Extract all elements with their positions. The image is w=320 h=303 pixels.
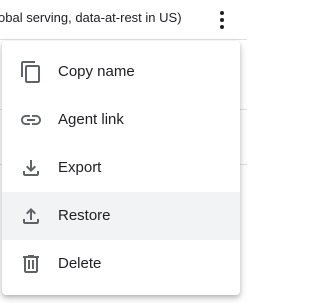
table-row: obal serving, data-at-rest in US) — [0, 0, 247, 40]
page: obal serving, data-at-rest in US) Copy n… — [0, 0, 247, 303]
link-icon — [19, 108, 43, 132]
menu-item-label: Restore — [58, 207, 111, 224]
menu-item-label: Delete — [58, 255, 102, 272]
kebab-dot — [220, 18, 224, 22]
menu-item-label: Copy name — [58, 63, 135, 80]
menu-item-restore[interactable]: Restore — [2, 192, 240, 240]
download-icon — [19, 156, 43, 180]
menu-item-agent-link[interactable]: Agent link — [2, 96, 240, 144]
more-vert-icon[interactable] — [212, 8, 232, 32]
menu-item-export[interactable]: Export — [2, 144, 240, 192]
upload-icon — [19, 204, 43, 228]
row-region-text: obal serving, data-at-rest in US) — [0, 10, 182, 25]
menu-item-label: Export — [58, 159, 102, 176]
trash-icon — [19, 252, 43, 276]
menu-item-delete[interactable]: Delete — [2, 240, 240, 288]
copy-icon — [19, 60, 43, 84]
menu-item-copy-name[interactable]: Copy name — [2, 48, 240, 96]
kebab-dot — [220, 25, 224, 29]
context-menu: Copy name Agent link Export Restore Dele… — [2, 41, 240, 295]
kebab-dot — [220, 11, 224, 15]
menu-item-label: Agent link — [58, 111, 124, 128]
